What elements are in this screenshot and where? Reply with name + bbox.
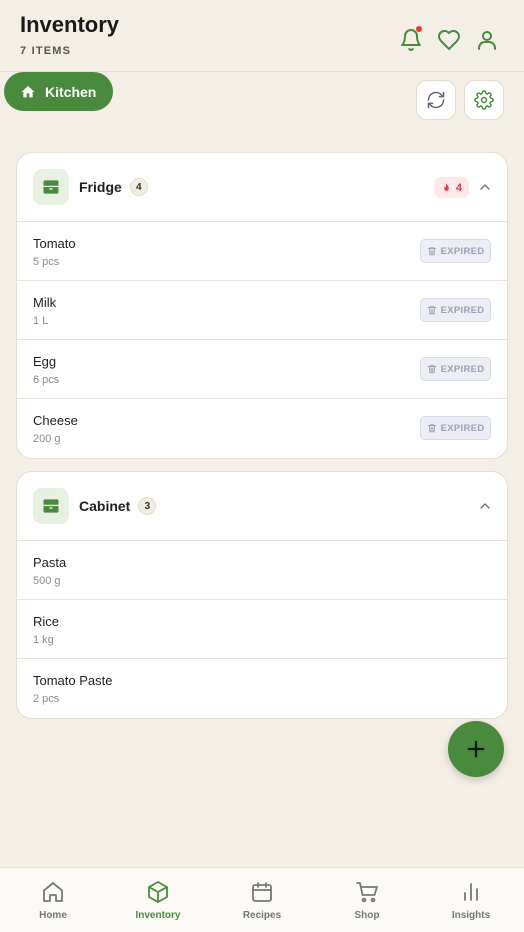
trash-icon bbox=[427, 306, 436, 315]
add-item-button[interactable] bbox=[448, 721, 504, 777]
nav-item-shop[interactable]: Shop bbox=[327, 880, 407, 921]
item-name: Rice bbox=[33, 614, 60, 629]
fire-icon bbox=[444, 182, 449, 191]
status-label: EXPIRED bbox=[440, 304, 485, 316]
section-header[interactable]: Cabinet 3 bbox=[17, 472, 507, 541]
notifications-button[interactable] bbox=[397, 26, 425, 54]
section-title: Cabinet bbox=[79, 498, 131, 514]
home-icon bbox=[21, 85, 35, 97]
chevron-up-icon[interactable] bbox=[477, 179, 493, 195]
home-icon bbox=[43, 882, 63, 902]
item-quantity: 1 L bbox=[33, 315, 49, 327]
user-icon bbox=[478, 31, 496, 50]
list-item[interactable]: Milk 1 L EXPIRED bbox=[17, 281, 507, 340]
list-item[interactable]: Tomato Paste 2 pcs bbox=[17, 659, 507, 718]
storage-box-icon bbox=[33, 169, 69, 205]
trash-icon bbox=[427, 424, 436, 433]
item-quantity: 1 kg bbox=[33, 634, 54, 646]
heart-icon bbox=[438, 30, 460, 50]
list-item[interactable]: Rice 1 kg bbox=[17, 600, 507, 659]
cart-icon bbox=[356, 882, 378, 903]
plus-icon bbox=[467, 740, 485, 758]
status-label: EXPIRED bbox=[440, 363, 485, 375]
nav-label: Home bbox=[39, 910, 67, 921]
list-item[interactable]: Pasta 500 g bbox=[17, 541, 507, 600]
item-quantity: 2 pcs bbox=[33, 693, 60, 705]
item-name: Tomato Paste bbox=[33, 673, 113, 688]
settings-button[interactable] bbox=[464, 80, 504, 120]
item-name: Pasta bbox=[33, 555, 67, 570]
page-title: Inventory bbox=[20, 12, 120, 37]
item-quantity: 6 pcs bbox=[33, 374, 60, 386]
refresh-icon bbox=[427, 91, 445, 109]
storage-section-cabinet: Cabinet 3 Pasta 500 g Rice 1 kg Tomato P… bbox=[16, 471, 508, 719]
bottom-navigation: Home Inventory Recipes Shop Insights bbox=[0, 867, 524, 932]
section-title: Fridge bbox=[79, 179, 122, 195]
bar-chart-icon bbox=[464, 883, 478, 901]
expired-alert-badge: 4 bbox=[433, 177, 469, 198]
item-quantity: 200 g bbox=[33, 433, 61, 445]
gear-icon bbox=[474, 90, 494, 110]
nav-label: Insights bbox=[451, 910, 491, 921]
chevron-up-icon[interactable] bbox=[477, 498, 493, 514]
cube-icon bbox=[148, 881, 168, 903]
app-header: Inventory 7 ITEMS bbox=[0, 0, 524, 72]
nav-label: Shop bbox=[354, 910, 380, 921]
nav-item-home[interactable]: Home bbox=[13, 880, 93, 921]
section-count-badge: 3 bbox=[138, 497, 157, 515]
list-item[interactable]: Cheese 200 g EXPIRED bbox=[17, 399, 507, 458]
nav-item-insights[interactable]: Insights bbox=[431, 880, 511, 921]
notification-dot bbox=[416, 26, 422, 32]
expired-button[interactable]: EXPIRED bbox=[420, 357, 491, 381]
profile-button[interactable] bbox=[473, 26, 501, 54]
storage-box-icon bbox=[33, 488, 69, 524]
item-name: Cheese bbox=[33, 413, 78, 428]
location-label: Kitchen bbox=[45, 83, 97, 100]
expired-alert-count: 4 bbox=[455, 181, 462, 194]
favorites-button[interactable] bbox=[435, 26, 463, 54]
list-item[interactable]: Egg 6 pcs EXPIRED bbox=[17, 340, 507, 399]
expired-button[interactable]: EXPIRED bbox=[420, 298, 491, 322]
nav-label: Recipes bbox=[242, 910, 282, 921]
nav-item-inventory[interactable]: Inventory bbox=[118, 880, 198, 921]
item-name: Milk bbox=[33, 295, 57, 310]
storage-section-fridge: Fridge 4 4 Tomato 5 pcs EXPIRED Milk 1 L… bbox=[16, 152, 508, 459]
expired-button[interactable]: EXPIRED bbox=[420, 416, 491, 440]
list-item[interactable]: Tomato 5 pcs EXPIRED bbox=[17, 222, 507, 281]
nav-label: Inventory bbox=[135, 910, 181, 921]
calendar-icon bbox=[252, 882, 272, 902]
item-count-label: 7 ITEMS bbox=[20, 45, 72, 57]
status-label: EXPIRED bbox=[440, 245, 485, 257]
item-quantity: 5 pcs bbox=[33, 256, 60, 268]
item-name: Tomato bbox=[33, 236, 76, 251]
expired-button[interactable]: EXPIRED bbox=[420, 239, 491, 263]
nav-item-recipes[interactable]: Recipes bbox=[222, 880, 302, 921]
item-quantity: 500 g bbox=[33, 575, 61, 587]
location-selector-button[interactable]: Kitchen bbox=[4, 72, 114, 111]
status-label: EXPIRED bbox=[440, 422, 485, 434]
item-name: Egg bbox=[33, 354, 57, 369]
trash-icon bbox=[427, 365, 436, 374]
trash-icon bbox=[427, 247, 436, 256]
section-count-badge: 4 bbox=[129, 178, 148, 196]
refresh-button[interactable] bbox=[416, 80, 456, 120]
section-header[interactable]: Fridge 4 4 bbox=[17, 153, 507, 222]
